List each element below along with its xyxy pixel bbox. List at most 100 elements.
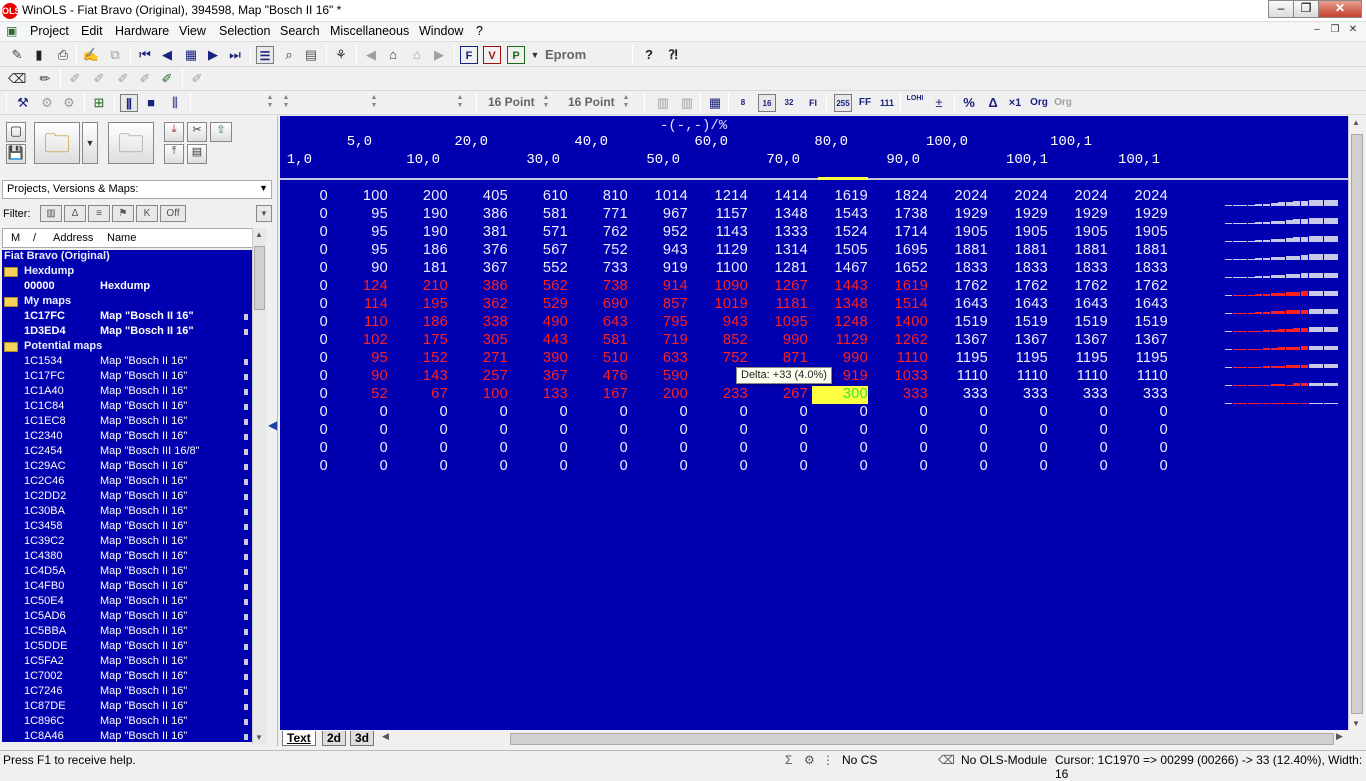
open-dropdown-icon[interactable]: ▼ bbox=[82, 122, 98, 164]
map-cell[interactable]: 0 bbox=[872, 422, 928, 440]
open-folder-icon[interactable]: 🗀 bbox=[34, 122, 80, 164]
map-cell[interactable]: 114 bbox=[332, 296, 388, 314]
map-cell[interactable]: 1881 bbox=[992, 242, 1048, 260]
map-cell[interactable]: 0 bbox=[1112, 440, 1168, 458]
map-cell[interactable]: 0 bbox=[992, 422, 1048, 440]
eprom-label[interactable]: Eprom bbox=[545, 47, 586, 62]
map-cell[interactable]: 0 bbox=[280, 206, 328, 224]
map-cell[interactable]: 95 bbox=[332, 350, 388, 368]
map-wizard-icon[interactable]: ⚒ bbox=[14, 94, 32, 112]
list-item[interactable]: 1C5AD6 Map "Bosch II 16" bbox=[2, 610, 252, 625]
map-cell[interactable]: 0 bbox=[280, 188, 328, 206]
map-cell[interactable]: 1262 bbox=[872, 332, 928, 350]
map-cell[interactable]: 0 bbox=[280, 422, 328, 440]
map-cell[interactable]: 1543 bbox=[812, 206, 868, 224]
map-cell[interactable]: 133 bbox=[512, 386, 568, 404]
map-cell[interactable]: 124 bbox=[332, 278, 388, 296]
map-cell[interactable]: 186 bbox=[392, 242, 448, 260]
map-cell[interactable]: 190 bbox=[392, 206, 448, 224]
map-cell[interactable]: 0 bbox=[812, 458, 868, 476]
map-cell[interactable]: 1714 bbox=[872, 224, 928, 242]
p-icon[interactable]: P bbox=[507, 46, 525, 64]
map-cell[interactable]: 1824 bbox=[872, 188, 928, 206]
upload-icon[interactable]: ⇧ bbox=[210, 122, 232, 142]
map-cell[interactable]: 762 bbox=[572, 224, 628, 242]
map-cell[interactable]: 0 bbox=[280, 440, 328, 458]
map-cell[interactable]: 967 bbox=[632, 206, 688, 224]
map-cell[interactable]: 1367 bbox=[1112, 332, 1168, 350]
map-cell[interactable]: 990 bbox=[752, 332, 808, 350]
menu-window[interactable]: Window bbox=[419, 24, 463, 38]
map-cell[interactable]: 90 bbox=[332, 368, 388, 386]
map-cell[interactable]: 1905 bbox=[932, 224, 988, 242]
map-cell[interactable]: 2024 bbox=[1052, 188, 1108, 206]
list-item[interactable]: 1C4D5A Map "Bosch II 16" bbox=[2, 565, 252, 580]
map-cell[interactable]: 752 bbox=[692, 350, 748, 368]
map-cell[interactable]: 1652 bbox=[872, 260, 928, 278]
map-hscroll[interactable] bbox=[510, 733, 1334, 745]
list-item[interactable]: 1C896C Map "Bosch II 16" bbox=[2, 715, 252, 730]
map-cell[interactable]: 857 bbox=[632, 296, 688, 314]
map-cell[interactable]: 0 bbox=[512, 458, 568, 476]
tools-cross-icon[interactable]: ✂ bbox=[187, 122, 207, 142]
map-cell[interactable]: 67 bbox=[392, 386, 448, 404]
list-item[interactable]: 1C1C84 Map "Bosch II 16" bbox=[2, 400, 252, 415]
map-cell[interactable]: 0 bbox=[692, 458, 748, 476]
map-cell[interactable]: 0 bbox=[280, 458, 328, 476]
map-cell[interactable]: 719 bbox=[632, 332, 688, 350]
map-cell[interactable]: 795 bbox=[632, 314, 688, 332]
scroll-right-icon[interactable]: ▶ bbox=[1336, 731, 1343, 742]
map-cell[interactable]: 143 bbox=[392, 368, 448, 386]
scroll-down-icon[interactable]: ▼ bbox=[255, 733, 263, 742]
map-cell[interactable]: 1738 bbox=[872, 206, 928, 224]
map-cell[interactable]: 1519 bbox=[1052, 314, 1108, 332]
map-cell[interactable]: 1467 bbox=[812, 260, 868, 278]
list-item[interactable]: 1C3458 Map "Bosch II 16" bbox=[2, 520, 252, 535]
table-icon[interactable]: ▦ bbox=[182, 46, 200, 64]
map-cell[interactable]: 0 bbox=[280, 368, 328, 386]
home-alt-icon[interactable]: ⌂ bbox=[408, 46, 426, 64]
map-cell[interactable]: 0 bbox=[512, 422, 568, 440]
map-cell[interactable]: 0 bbox=[752, 422, 808, 440]
tree-scrollbar[interactable]: ▲ ▼ bbox=[252, 228, 266, 744]
map-cell[interactable]: 95 bbox=[332, 206, 388, 224]
map-cell[interactable]: 1881 bbox=[932, 242, 988, 260]
map-cell[interactable]: 1157 bbox=[692, 206, 748, 224]
map-cell[interactable]: 1619 bbox=[872, 278, 928, 296]
square-icon[interactable]: ■ bbox=[142, 94, 160, 112]
map-cell[interactable]: 167 bbox=[572, 386, 628, 404]
list-item[interactable]: 1C2340 Map "Bosch II 16" bbox=[2, 430, 252, 445]
map-cell[interactable]: 0 bbox=[872, 440, 928, 458]
map-cell[interactable]: 0 bbox=[280, 332, 328, 350]
list-item[interactable]: 1C2C46 Map "Bosch II 16" bbox=[2, 475, 252, 490]
map-cell[interactable]: 0 bbox=[512, 440, 568, 458]
map-cell[interactable]: 100 bbox=[332, 188, 388, 206]
map-cell[interactable]: 1314 bbox=[752, 242, 808, 260]
pencil-icon[interactable]: ✏ bbox=[36, 70, 54, 88]
map-cell[interactable]: 0 bbox=[632, 422, 688, 440]
map-cell[interactable]: 0 bbox=[452, 440, 508, 458]
map-cell[interactable]: 0 bbox=[632, 404, 688, 422]
help-icon[interactable]: ? bbox=[640, 46, 658, 64]
map-cell[interactable]: 1129 bbox=[692, 242, 748, 260]
new-document-icon[interactable]: ▢ bbox=[6, 122, 26, 142]
map-cell[interactable]: 610 bbox=[512, 188, 568, 206]
find-icon[interactable]: ⌕ bbox=[280, 46, 298, 64]
map-cell[interactable]: 771 bbox=[572, 206, 628, 224]
map-cell[interactable]: 1414 bbox=[752, 188, 808, 206]
map-cell[interactable]: 0 bbox=[332, 404, 388, 422]
map-cell[interactable]: 386 bbox=[452, 278, 508, 296]
pen-gray-3-icon[interactable]: ✐ bbox=[114, 70, 132, 88]
map-cell[interactable]: 0 bbox=[1112, 458, 1168, 476]
map-cell[interactable]: 90 bbox=[332, 260, 388, 278]
map-cell[interactable]: 590 bbox=[632, 368, 688, 386]
map-cell[interactable]: 562 bbox=[512, 278, 568, 296]
map-cell[interactable]: 0 bbox=[1052, 458, 1108, 476]
map-cell[interactable]: 0 bbox=[752, 440, 808, 458]
map-vscroll-thumb[interactable] bbox=[1351, 134, 1363, 714]
matrix-icon[interactable]: ▦ bbox=[706, 94, 724, 112]
list-item[interactable]: 1C7246 Map "Bosch II 16" bbox=[2, 685, 252, 700]
list-item[interactable]: 1C39C2 Map "Bosch II 16" bbox=[2, 535, 252, 550]
map-cell[interactable]: 0 bbox=[332, 422, 388, 440]
list-item[interactable]: 1C17FC Map "Bosch II 16" bbox=[2, 370, 252, 385]
